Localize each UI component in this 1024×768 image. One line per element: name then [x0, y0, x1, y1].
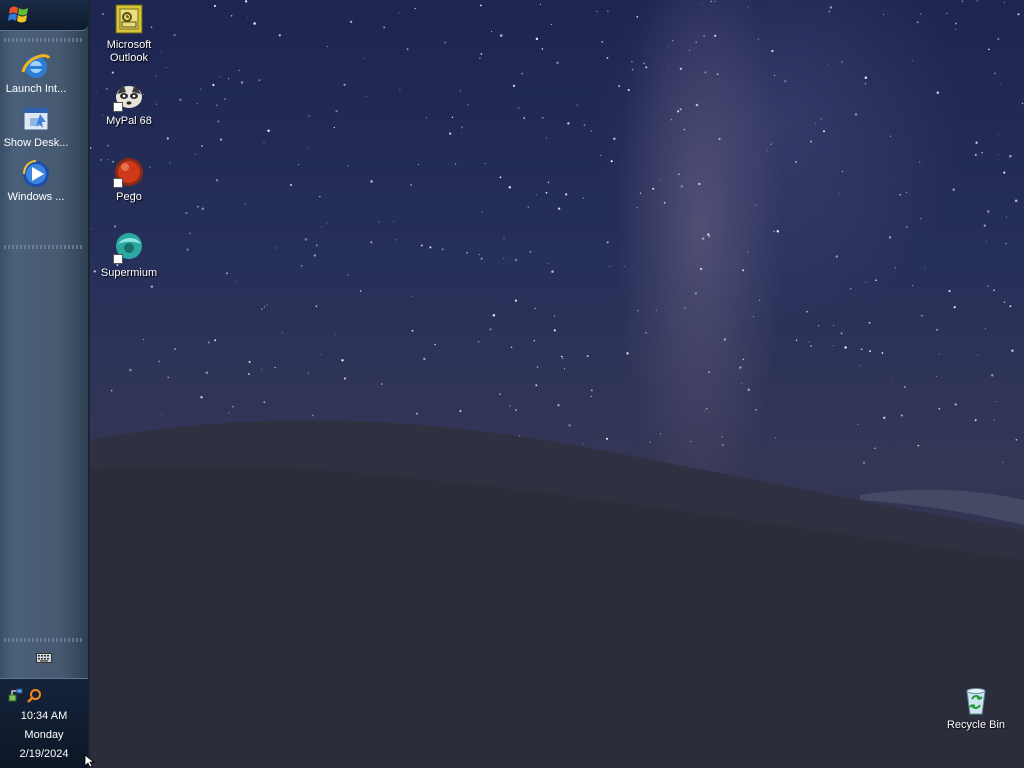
windows-media-player-icon	[23, 160, 49, 187]
quick-launch-label: Show Desk...	[3, 137, 69, 149]
desktop[interactable]: Microsoft Outlook MyPal 68 Pego Supermiu…	[0, 0, 1024, 768]
keyboard-icon[interactable]	[36, 652, 52, 664]
desktop-icon-label: Supermium	[100, 267, 158, 279]
desktop-icon-outlook[interactable]: Microsoft Outlook	[89, 4, 169, 65]
recycle-bin-icon	[966, 688, 986, 715]
taskbar[interactable]: Launch Int... Show Desk... Windows ... 1…	[0, 0, 90, 768]
clock-time[interactable]: 10:34 AM	[0, 710, 88, 722]
shortcut-arrow-icon	[113, 254, 123, 264]
windows-logo-icon	[8, 6, 28, 23]
quick-launch-label: Windows ...	[7, 191, 65, 203]
quick-launch-show-desktop[interactable]: Show Desk...	[0, 104, 88, 154]
quick-launch-internet-explorer[interactable]: Launch Int...	[0, 50, 88, 100]
toolbar-grip[interactable]	[4, 245, 84, 249]
quick-launch-label: Launch Int...	[5, 83, 67, 95]
start-button[interactable]	[0, 0, 88, 31]
desktop-icon-mypal[interactable]: MyPal 68	[89, 80, 169, 128]
toolbar-grip[interactable]	[4, 38, 84, 42]
desktop-icon-label: MyPal 68	[106, 115, 152, 127]
search-icon[interactable]	[26, 688, 42, 704]
clock-date[interactable]: 2/19/2024	[0, 748, 88, 760]
quick-launch-windows-media-player[interactable]: Windows ...	[0, 158, 88, 208]
shortcut-arrow-icon	[113, 178, 123, 188]
desktop-icon-pego[interactable]: Pego	[89, 156, 169, 204]
desktop-icon-supermium[interactable]: Supermium	[89, 232, 169, 280]
desktop-icon-label: Microsoft Outlook	[106, 39, 152, 64]
show-desktop-icon	[23, 107, 49, 131]
desktop-icon-label: Recycle Bin	[946, 719, 1006, 731]
mouse-cursor-icon	[84, 754, 96, 768]
shortcut-arrow-icon	[113, 102, 123, 112]
outlook-icon	[115, 4, 143, 34]
internet-explorer-icon	[21, 54, 51, 78]
desktop-icon-recycle-bin[interactable]: Recycle Bin	[936, 684, 1016, 732]
toolbar-grip[interactable]	[4, 638, 84, 642]
network-icon[interactable]	[8, 688, 24, 704]
desktop-icon-label: Pego	[116, 191, 142, 203]
system-tray[interactable]: 10:34 AM Monday 2/19/2024	[0, 678, 88, 768]
clock-day[interactable]: Monday	[0, 729, 88, 741]
